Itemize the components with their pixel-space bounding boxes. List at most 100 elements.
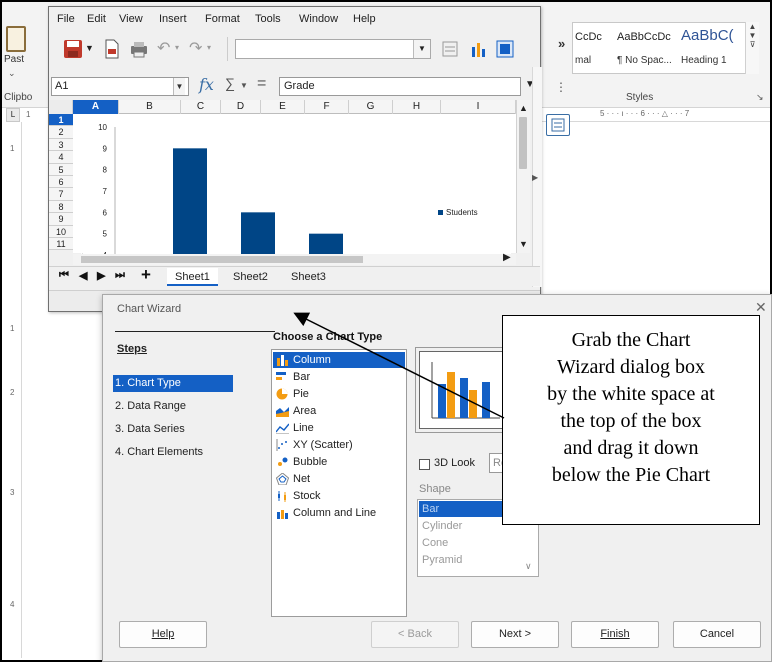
- menu-window[interactable]: Window: [299, 13, 338, 25]
- chart-type-stock[interactable]: Stock: [273, 488, 405, 504]
- row-header[interactable]: 6: [49, 176, 73, 189]
- chevron-down-icon[interactable]: ⌄: [8, 68, 16, 79]
- menu-format[interactable]: Format: [205, 13, 240, 25]
- export-pdf-icon[interactable]: [103, 39, 121, 59]
- print-icon[interactable]: [129, 39, 149, 59]
- row-header[interactable]: 11: [49, 238, 73, 251]
- menu-edit[interactable]: Edit: [87, 13, 106, 25]
- save-dropdown-icon[interactable]: ▼: [85, 43, 94, 63]
- chart-type-xy-scatter[interactable]: XY (Scatter): [273, 437, 405, 453]
- more-styles-icon[interactable]: »: [558, 36, 565, 51]
- chart-type-column-and-line[interactable]: Column and Line: [273, 505, 405, 521]
- prev-sheet-icon[interactable]: ◀: [79, 269, 87, 282]
- styles-scroll[interactable]: ▲ ▼ ⊽: [745, 22, 759, 74]
- menu-file[interactable]: File: [57, 13, 75, 25]
- 3d-look-checkbox[interactable]: [419, 459, 430, 470]
- column-header[interactable]: E: [261, 100, 305, 114]
- finish-button[interactable]: Finish: [571, 621, 659, 648]
- column-header[interactable]: H: [393, 100, 441, 114]
- cancel-button[interactable]: Cancel: [673, 621, 761, 648]
- menu-insert[interactable]: Insert: [159, 13, 187, 25]
- embedded-chart[interactable]: 45678910Students: [81, 119, 511, 260]
- column-header[interactable]: C: [181, 100, 221, 114]
- last-sheet-icon[interactable]: ⏭: [115, 269, 125, 282]
- more-options-icon[interactable]: ⋮: [555, 80, 567, 94]
- first-sheet-icon[interactable]: ⏮: [59, 269, 69, 282]
- chart-type-pie[interactable]: Pie: [273, 386, 405, 402]
- next-sheet-icon[interactable]: ▶: [97, 269, 105, 282]
- column-header[interactable]: B: [119, 100, 181, 114]
- name-box[interactable]: A1: [51, 77, 189, 96]
- shape-item[interactable]: Pyramid: [419, 552, 537, 568]
- sheet-tab[interactable]: Sheet3: [283, 268, 334, 286]
- step-data-range[interactable]: 2. Data Range: [113, 398, 233, 415]
- close-icon[interactable]: ✕: [755, 299, 767, 316]
- chart-type-list[interactable]: Column Bar Pie Area Line XY (Scatter) Bu…: [271, 349, 407, 617]
- column-header[interactable]: D: [221, 100, 261, 114]
- menu-help[interactable]: Help: [353, 13, 376, 25]
- row-header[interactable]: 8: [49, 200, 73, 214]
- back-button[interactable]: < Back: [371, 621, 459, 648]
- save-icon[interactable]: [63, 39, 83, 59]
- step-chart-elements[interactable]: 4. Chart Elements: [113, 444, 233, 461]
- scroll-down-icon[interactable]: ▼: [519, 239, 528, 249]
- row-header[interactable]: 1: [49, 114, 73, 127]
- chart-type-column[interactable]: Column: [273, 352, 405, 368]
- column-header[interactable]: G: [349, 100, 393, 114]
- step-data-series[interactable]: 3. Data Series: [113, 421, 233, 438]
- shape-item[interactable]: Cone: [419, 535, 537, 551]
- redo-dropdown-icon[interactable]: ▾: [207, 43, 211, 63]
- formula-input[interactable]: Grade: [279, 77, 521, 96]
- help-button[interactable]: Help: [119, 621, 207, 648]
- chevron-down-icon[interactable]: ▼: [240, 81, 248, 90]
- row-header[interactable]: 2: [49, 126, 73, 139]
- chart-type-bubble[interactable]: Bubble: [273, 454, 405, 470]
- sum-icon[interactable]: ∑: [225, 75, 235, 91]
- row-header[interactable]: 10: [49, 225, 73, 238]
- sidebar-toggle-icon[interactable]: [546, 114, 570, 136]
- chart-type-bar[interactable]: Bar: [273, 369, 405, 385]
- next-button[interactable]: Next >: [471, 621, 559, 648]
- chart-preview[interactable]: [419, 351, 507, 429]
- scroll-up-icon[interactable]: ▲: [519, 103, 528, 113]
- sheet-tab[interactable]: Sheet2: [225, 268, 276, 286]
- sidebar-expand-icon[interactable]: ▶: [532, 173, 538, 182]
- chevron-down-icon[interactable]: ▼: [173, 78, 185, 95]
- step-chart-type[interactable]: 1. Chart Type: [113, 375, 233, 392]
- sidebar-icon[interactable]: [441, 39, 459, 59]
- undo-dropdown-icon[interactable]: ▾: [175, 43, 179, 63]
- row-header[interactable]: 4: [49, 151, 73, 164]
- scroll-right-icon[interactable]: ▶: [503, 252, 511, 263]
- tab-selector-icon[interactable]: L: [6, 108, 20, 122]
- style-no-spacing[interactable]: AaBbCcDc ¶ No Spac...: [615, 23, 675, 73]
- redo-icon[interactable]: ↷: [189, 38, 202, 58]
- style-heading-1[interactable]: AaBbC( Heading 1: [679, 23, 743, 73]
- column-header[interactable]: I: [441, 100, 516, 114]
- menu-view[interactable]: View: [119, 13, 143, 25]
- style-combo[interactable]: [235, 39, 431, 59]
- add-sheet-icon[interactable]: +: [141, 265, 151, 285]
- chart-type-line[interactable]: Line: [273, 420, 405, 436]
- column-header[interactable]: A: [73, 100, 119, 114]
- chart-type-net[interactable]: Net: [273, 471, 405, 487]
- vertical-scroll-thumb[interactable]: [519, 117, 527, 169]
- chevron-down-icon[interactable]: ∨: [525, 561, 532, 572]
- horizontal-scroll-thumb[interactable]: [81, 256, 363, 263]
- row-header[interactable]: 9: [49, 213, 73, 226]
- row-header[interactable]: 7: [49, 188, 73, 201]
- row-header[interactable]: 3: [49, 138, 73, 152]
- sheet-tab[interactable]: Sheet1: [167, 268, 218, 286]
- dialog-launcher-icon[interactable]: ↘: [756, 92, 764, 103]
- pivot-table-icon[interactable]: [495, 39, 515, 59]
- function-wizard-icon[interactable]: fx: [199, 75, 214, 94]
- undo-icon[interactable]: ↶: [157, 38, 170, 58]
- formula-icon[interactable]: =: [257, 75, 266, 93]
- select-all-corner[interactable]: [49, 100, 73, 114]
- insert-chart-icon[interactable]: [469, 39, 489, 59]
- row-header[interactable]: 5: [49, 163, 73, 176]
- column-header[interactable]: F: [305, 100, 349, 114]
- paste-icon[interactable]: [6, 26, 26, 52]
- chevron-down-icon[interactable]: ▼: [413, 40, 430, 58]
- menu-tools[interactable]: Tools: [255, 13, 281, 25]
- chart-type-area[interactable]: Area: [273, 403, 405, 419]
